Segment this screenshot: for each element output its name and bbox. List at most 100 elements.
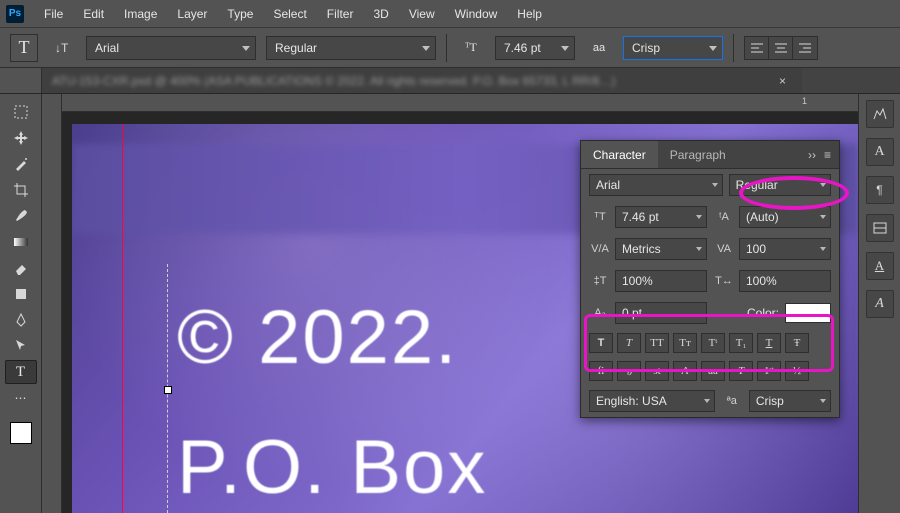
panel-tracking[interactable]: 100	[739, 238, 831, 260]
panel-font-family[interactable]: Arial	[589, 174, 723, 196]
font-family-select[interactable]: Arial	[86, 36, 256, 60]
panel-aa-icon: ªa	[721, 395, 743, 407]
type-style-row-1: T T TT Tᴛ Tᵗ T₁ T Ŧ	[581, 329, 839, 357]
small-caps-button[interactable]: Tᴛ	[673, 333, 697, 353]
font-style-select[interactable]: Regular	[266, 36, 436, 60]
menu-edit[interactable]: Edit	[73, 7, 114, 21]
text-line-1[interactable]: © 2022.	[177, 294, 458, 381]
menu-image[interactable]: Image	[114, 7, 167, 21]
font-size-select[interactable]: 7.46 pt	[495, 36, 575, 60]
superscript-button[interactable]: Tᵗ	[701, 333, 725, 353]
paragraph-panel-icon[interactable]: ¶	[866, 176, 894, 204]
eraser-tool[interactable]	[5, 256, 37, 280]
antialias-icon: aa	[585, 34, 613, 62]
shape-tool[interactable]	[5, 282, 37, 306]
fractions-button[interactable]: ½	[785, 361, 809, 381]
antialias-select[interactable]: Crisp	[623, 36, 723, 60]
close-tab-button[interactable]: ×	[773, 74, 792, 88]
contextual-alt-button[interactable]: ℴ	[617, 361, 641, 381]
crop-tool[interactable]	[5, 178, 37, 202]
pen-tool[interactable]	[5, 308, 37, 332]
tab-character[interactable]: Character	[581, 141, 658, 168]
font-size-icon: ᵀT	[457, 34, 485, 62]
para-styles-icon[interactable]: A	[866, 290, 894, 318]
leading-icon: ᵗA	[713, 211, 735, 223]
menu-window[interactable]: Window	[445, 7, 508, 21]
strikethrough-button[interactable]: Ŧ	[785, 333, 809, 353]
discretionary-lig-button[interactable]: st	[645, 361, 669, 381]
panel-antialias[interactable]: Crisp	[749, 390, 831, 412]
menu-select[interactable]: Select	[263, 7, 316, 21]
panel-leading[interactable]: (Auto)	[739, 206, 831, 228]
divider	[446, 34, 447, 62]
character-panel: Character Paragraph ›› ≡ Arial Regular ᵀ…	[580, 140, 840, 418]
font-size-value: 7.46 pt	[504, 41, 541, 55]
antialias-value: Crisp	[632, 41, 660, 55]
menu-help[interactable]: Help	[507, 7, 552, 21]
subscript-button[interactable]: T₁	[729, 333, 753, 353]
tracking-icon: VA	[713, 243, 735, 255]
ordinals-button[interactable]: 1ˢᵗ	[757, 361, 781, 381]
glyphs-panel-icon[interactable]	[866, 214, 894, 242]
more-tools[interactable]: ⋯	[5, 386, 37, 410]
panel-hscale[interactable]: 100%	[739, 270, 831, 292]
active-tool-indicator[interactable]: T	[10, 34, 38, 62]
panel-kerning[interactable]: Metrics	[615, 238, 707, 260]
panel-menu-icon[interactable]: ≡	[824, 148, 831, 162]
histogram-icon[interactable]	[866, 100, 894, 128]
menu-layer[interactable]: Layer	[167, 7, 217, 21]
faux-bold-button[interactable]: T	[589, 333, 613, 353]
menu-type[interactable]: Type	[217, 7, 263, 21]
type-style-row-2: fi ℴ st A aa T 1ˢᵗ ½	[581, 357, 839, 385]
align-left-button[interactable]	[745, 37, 769, 59]
brush-tool[interactable]	[5, 204, 37, 228]
swash-button[interactable]: A	[673, 361, 697, 381]
font-style-value: Regular	[275, 41, 317, 55]
baseline-icon: Aₐ	[589, 307, 611, 319]
all-caps-button[interactable]: TT	[645, 333, 669, 353]
panel-font-size[interactable]: 7.46 pt	[615, 206, 707, 228]
menu-view[interactable]: View	[399, 7, 445, 21]
color-label: Color:	[747, 306, 779, 320]
panel-language[interactable]: English: USA	[589, 390, 715, 412]
selection-handle[interactable]	[164, 386, 172, 394]
character-panel-icon[interactable]: A	[866, 138, 894, 166]
faux-italic-button[interactable]: T	[617, 333, 641, 353]
menu-3d[interactable]: 3D	[363, 7, 398, 21]
underline-button[interactable]: T	[757, 333, 781, 353]
guide-vertical[interactable]	[122, 124, 123, 513]
document-tab[interactable]: ATU-153-CXR.psd @ 400% (ASA PUBLICATIONS…	[42, 68, 802, 93]
document-title: ATU-153-CXR.psd @ 400% (ASA PUBLICATIONS…	[52, 74, 615, 88]
menu-file[interactable]: File	[34, 7, 73, 21]
text-orientation-icon[interactable]: ↓T	[48, 34, 76, 62]
right-panel-bar: A ¶ A A	[858, 94, 900, 513]
app-logo: Ps	[6, 5, 24, 23]
panel-baseline[interactable]: 0 pt	[615, 302, 707, 324]
marquee-tool[interactable]	[5, 100, 37, 124]
char-styles-icon[interactable]: A	[866, 252, 894, 280]
stylistic-alt-button[interactable]: aa	[701, 361, 725, 381]
hscale-icon: T↔	[713, 275, 735, 287]
panel-font-style[interactable]: Regular	[729, 174, 831, 196]
type-tool[interactable]: T	[5, 360, 37, 384]
path-select-tool[interactable]	[5, 334, 37, 358]
divider	[733, 34, 734, 62]
text-line-2[interactable]: P.O. Box	[177, 424, 487, 511]
menu-filter[interactable]: Filter	[317, 7, 364, 21]
titling-alt-button[interactable]: T	[729, 361, 753, 381]
panel-vscale[interactable]: 100%	[615, 270, 707, 292]
text-align-group	[744, 36, 818, 60]
document-tab-strip: ATU-153-CXR.psd @ 400% (ASA PUBLICATIONS…	[0, 68, 900, 94]
wand-tool[interactable]	[5, 152, 37, 176]
ligatures-button[interactable]: fi	[589, 361, 613, 381]
align-right-button[interactable]	[793, 37, 817, 59]
color-swatches[interactable]	[10, 422, 32, 444]
tab-paragraph[interactable]: Paragraph	[658, 141, 738, 168]
panel-collapse-icon[interactable]: ››	[808, 148, 816, 162]
align-center-button[interactable]	[769, 37, 793, 59]
move-tool[interactable]	[5, 126, 37, 150]
panel-tab-bar: Character Paragraph ›› ≡	[581, 141, 839, 169]
ruler-mark: 1	[802, 96, 807, 106]
gradient-tool[interactable]	[5, 230, 37, 254]
panel-color-swatch[interactable]	[785, 303, 831, 323]
